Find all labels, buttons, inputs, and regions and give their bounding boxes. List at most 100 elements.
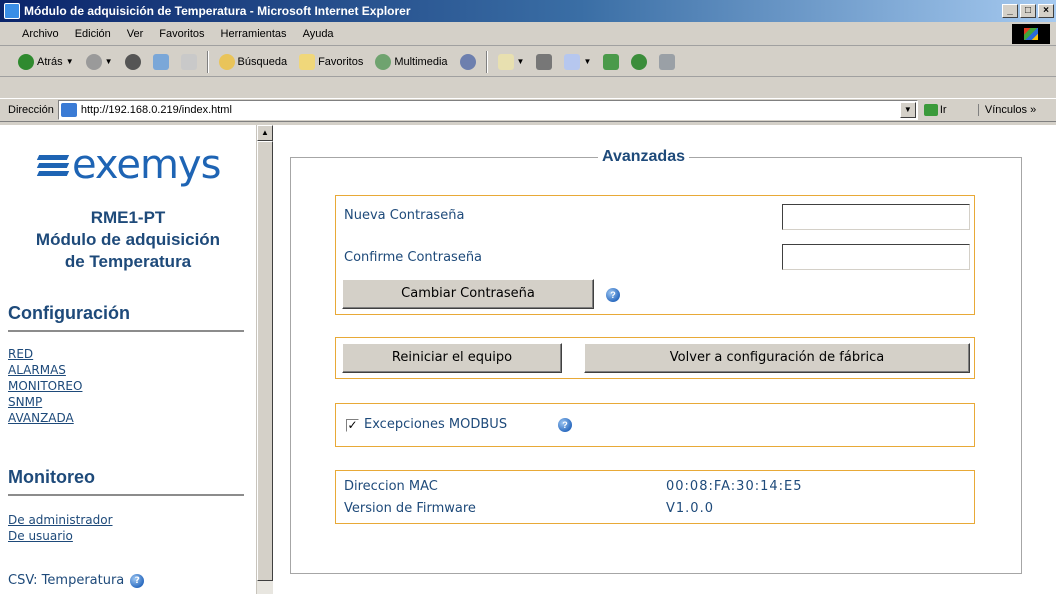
standard-toolbar: Atrás ▼ ▼ Búsqueda Favoritos Multimedia … bbox=[0, 47, 1056, 77]
mail-icon bbox=[497, 53, 514, 70]
favorites-icon bbox=[299, 53, 316, 70]
search-button[interactable]: Búsqueda bbox=[215, 51, 292, 73]
multimedia-button[interactable]: Multimedia bbox=[371, 51, 451, 73]
config-section-title: Configuración bbox=[8, 303, 244, 332]
menu-archivo[interactable]: Archivo bbox=[14, 28, 67, 40]
maximize-button[interactable]: □ bbox=[1020, 4, 1036, 18]
refresh-icon bbox=[152, 53, 169, 70]
csv-temperatura[interactable]: CSV: Temperatura ? bbox=[8, 573, 145, 588]
menu-edicion[interactable]: Edición bbox=[67, 28, 119, 40]
links-button[interactable]: Vínculos » bbox=[977, 104, 1036, 116]
messenger-icon bbox=[631, 53, 648, 70]
back-arrow-icon bbox=[18, 53, 34, 70]
forward-arrow-icon bbox=[85, 53, 102, 70]
address-bar: Dirección http://192.168.0.219/index.htm… bbox=[0, 98, 1056, 122]
minimize-button[interactable]: _ bbox=[1002, 4, 1018, 18]
home-button[interactable] bbox=[177, 51, 201, 73]
scroll-up-icon[interactable]: ▲ bbox=[257, 125, 273, 141]
favorites-label: Favoritos bbox=[318, 55, 364, 68]
edit-dropdown-icon[interactable]: ▼ bbox=[583, 57, 591, 66]
multimedia-icon bbox=[375, 53, 392, 70]
nav-link-monitoreo[interactable]: MONITOREO bbox=[8, 379, 82, 394]
back-dropdown-icon[interactable]: ▼ bbox=[66, 57, 74, 66]
product-title: RME1-PT Módulo de adquisición de Tempera… bbox=[0, 207, 256, 273]
nav-link-avanzada[interactable]: AVANZADA bbox=[8, 411, 74, 426]
go-button[interactable]: Ir bbox=[923, 104, 970, 116]
address-label: Dirección bbox=[8, 104, 54, 116]
forward-dropdown-icon[interactable]: ▼ bbox=[105, 57, 113, 66]
mail-dropdown-icon[interactable]: ▼ bbox=[517, 57, 525, 66]
help-icon[interactable]: ? bbox=[130, 573, 145, 588]
new-password-input[interactable] bbox=[782, 204, 970, 230]
help-icon[interactable]: ? bbox=[606, 288, 620, 302]
sidebar-scrollbar[interactable]: ▲ bbox=[256, 125, 273, 594]
discuss-button[interactable] bbox=[599, 51, 623, 73]
mail-button[interactable]: ▼ bbox=[494, 51, 529, 73]
nav-link-snmp[interactable]: SNMP bbox=[8, 395, 42, 410]
avanzadas-legend: Avanzadas bbox=[598, 148, 689, 166]
nav-link-administrador[interactable]: De administrador bbox=[8, 513, 113, 528]
back-button[interactable]: Atrás ▼ bbox=[14, 51, 78, 73]
toolbar-separator bbox=[206, 50, 209, 73]
mac-value: 00:08:FA:30:14:E5 bbox=[666, 479, 803, 494]
password-group: Nueva Contraseña Confirme Contraseña Cam… bbox=[335, 195, 975, 315]
address-input[interactable]: http://192.168.0.219/index.html ▼ bbox=[57, 100, 918, 120]
go-label: Ir bbox=[939, 104, 947, 116]
history-button[interactable] bbox=[456, 51, 480, 73]
csv-label[interactable]: CSV: Temperatura bbox=[8, 573, 124, 588]
page-viewport: exemys RME1-PT Módulo de adquisición de … bbox=[0, 125, 1056, 594]
edit-button[interactable]: ▼ bbox=[560, 51, 595, 73]
messenger-button[interactable] bbox=[627, 51, 651, 73]
modbus-group: ✓ Excepciones MODBUS ? bbox=[335, 403, 975, 447]
nav-link-usuario[interactable]: De usuario bbox=[8, 529, 73, 544]
address-url[interactable]: http://192.168.0.219/index.html bbox=[81, 104, 900, 116]
windows-logo-icon bbox=[1012, 24, 1050, 44]
window-title-bar[interactable]: Módulo de adquisición de Temperatura - M… bbox=[0, 0, 1056, 22]
firmware-value: V1.0.0 bbox=[666, 501, 714, 516]
stop-button[interactable] bbox=[121, 51, 145, 73]
menu-favoritos[interactable]: Favoritos bbox=[151, 28, 212, 40]
menu-ayuda[interactable]: Ayuda bbox=[295, 28, 342, 40]
change-password-button[interactable]: Cambiar Contraseña bbox=[342, 279, 594, 309]
favorites-button[interactable]: Favoritos bbox=[295, 51, 367, 73]
menu-bar: Archivo Edición Ver Favoritos Herramient… bbox=[0, 22, 1056, 46]
nav-link-red[interactable]: RED bbox=[8, 347, 33, 362]
home-icon bbox=[180, 53, 197, 70]
mac-label: Direccion MAC bbox=[344, 479, 438, 494]
scrollbar-thumb[interactable] bbox=[257, 141, 273, 581]
search-label: Búsqueda bbox=[237, 55, 288, 68]
history-icon bbox=[459, 53, 476, 70]
modbus-checkbox[interactable]: ✓ bbox=[346, 419, 359, 432]
refresh-button[interactable] bbox=[149, 51, 173, 73]
logo-text: exemys bbox=[72, 142, 221, 188]
exemys-logo-icon bbox=[36, 153, 70, 177]
extension-button[interactable] bbox=[655, 51, 679, 73]
menu-ver[interactable]: Ver bbox=[119, 28, 152, 40]
restart-button[interactable]: Reiniciar el equipo bbox=[342, 343, 562, 373]
help-icon[interactable]: ? bbox=[558, 418, 572, 432]
modbus-label: Excepciones MODBUS bbox=[364, 417, 508, 432]
back-label: Atrás bbox=[37, 55, 63, 68]
confirm-password-label: Confirme Contraseña bbox=[344, 250, 483, 265]
monitor-section-title: Monitoreo bbox=[8, 467, 244, 496]
menu-herramientas[interactable]: Herramientas bbox=[213, 28, 295, 40]
print-icon bbox=[536, 53, 553, 70]
window-title: Módulo de adquisición de Temperatura - M… bbox=[24, 4, 411, 18]
address-dropdown-icon[interactable]: ▼ bbox=[899, 102, 916, 118]
extension-icon bbox=[659, 53, 676, 70]
confirm-password-input[interactable] bbox=[782, 244, 970, 270]
page-icon bbox=[60, 103, 77, 117]
product-model: RME1-PT bbox=[90, 208, 166, 227]
toolbar-separator bbox=[485, 50, 488, 73]
forward-button[interactable]: ▼ bbox=[82, 51, 117, 73]
ie-icon bbox=[4, 3, 20, 19]
close-button[interactable]: × bbox=[1038, 4, 1054, 18]
exemys-logo: exemys bbox=[36, 142, 221, 188]
print-button[interactable] bbox=[532, 51, 556, 73]
factory-reset-button[interactable]: Volver a configuración de fábrica bbox=[584, 343, 970, 373]
nav-link-alarmas[interactable]: ALARMAS bbox=[8, 363, 66, 378]
discuss-icon bbox=[603, 53, 620, 70]
stop-icon bbox=[124, 53, 141, 70]
multimedia-label: Multimedia bbox=[394, 55, 448, 68]
sidebar: exemys RME1-PT Módulo de adquisición de … bbox=[0, 125, 256, 594]
